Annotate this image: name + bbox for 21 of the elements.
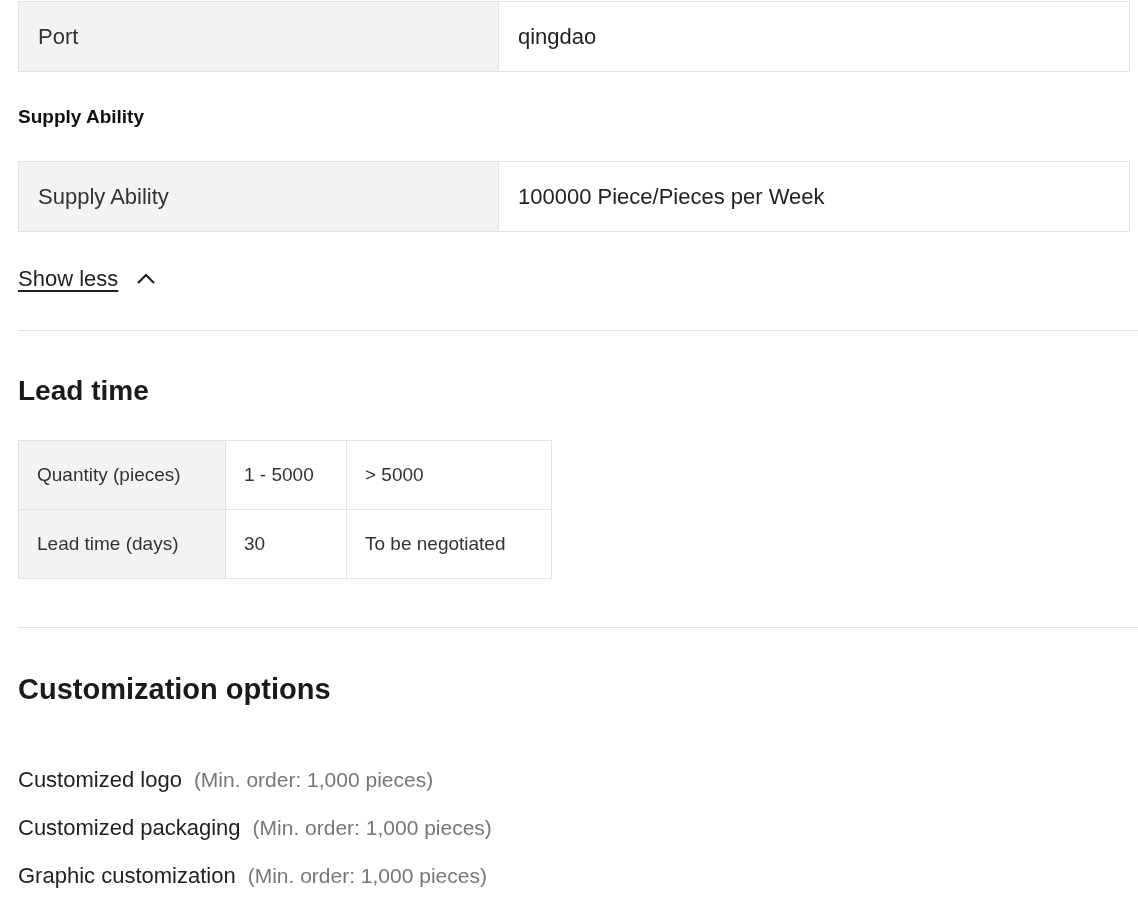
attribute-label: Port: [19, 2, 499, 71]
table-cell: 30: [226, 510, 347, 579]
table-cell: Quantity (pieces): [19, 441, 226, 510]
attribute-value: qingdao: [517, 22, 598, 51]
option-name: Customized packaging: [18, 815, 241, 841]
option-name: Customized logo: [18, 767, 182, 793]
attribute-label: Supply Ability: [19, 162, 499, 231]
option-note: (Min. order: 1,000 pieces): [193, 768, 434, 792]
show-less-link[interactable]: Show less: [18, 266, 157, 292]
section-heading: Supply Ability: [18, 106, 145, 128]
table-cell: To be negotiated: [347, 510, 552, 579]
chevron-icon: [136, 273, 157, 285]
option-note: (Min. order: 1,000 pieces): [252, 816, 492, 840]
table-cell: Lead time (days): [19, 510, 226, 579]
section-heading: Lead time: [18, 375, 150, 407]
table-cell: > 5000: [347, 441, 552, 510]
option-note: (Min. order: 1,000 pieces): [247, 864, 487, 888]
table-cell: 1 - 5000: [226, 441, 347, 510]
attribute-value: 100000 Piece/Pieces per Week: [517, 182, 826, 211]
option-name: Graphic customization: [18, 863, 236, 889]
section-heading: Customization options: [18, 673, 332, 706]
